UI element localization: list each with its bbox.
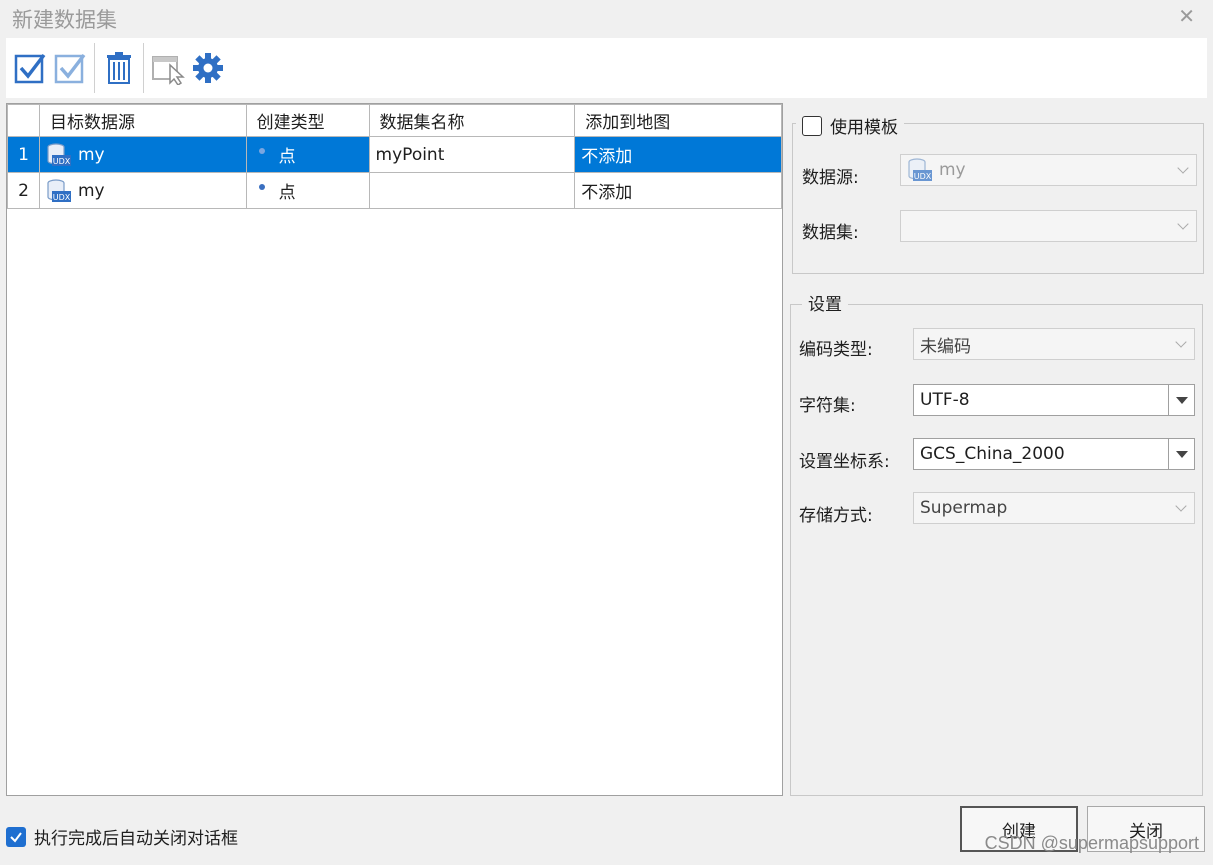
table-row[interactable]: 1 UDX my 点 myPoint 不添加 xyxy=(7,136,782,173)
type-label: 点 xyxy=(278,183,296,203)
chevron-down-icon[interactable] xyxy=(1170,211,1196,241)
database-udbx-icon: UDX xyxy=(908,158,932,181)
row-number[interactable]: 1 xyxy=(7,136,40,173)
encoding-label: 编码类型: xyxy=(799,340,873,360)
grid-header-row: 目标数据源 创建类型 数据集名称 添加到地图 xyxy=(7,104,782,137)
toolbar xyxy=(6,38,1207,98)
auto-close-checkbox[interactable] xyxy=(6,826,26,847)
datasource-cell[interactable]: UDX my xyxy=(38,136,247,173)
dataset-name-cell[interactable] xyxy=(368,172,576,209)
point-icon xyxy=(258,183,265,190)
template-datasource-value: my xyxy=(939,160,966,180)
storage-label: 存储方式: xyxy=(799,506,873,526)
svg-text:UDX: UDX xyxy=(53,157,71,166)
table-row[interactable]: 2 UDX my 点 不添加 xyxy=(7,172,782,209)
coord-system-label: 设置坐标系: xyxy=(799,452,890,472)
chevron-down-icon[interactable] xyxy=(1170,155,1196,185)
add-to-map-cell[interactable]: 不添加 xyxy=(574,172,782,209)
template-dataset-select[interactable] xyxy=(900,210,1197,242)
column-header[interactable]: 添加到地图 xyxy=(574,104,782,137)
settings-legend: 设置 xyxy=(802,290,848,315)
check-all-button[interactable] xyxy=(10,48,50,88)
storage-select[interactable]: Supermap xyxy=(913,492,1195,524)
select-cursor-icon xyxy=(152,56,185,85)
template-datasource-select[interactable]: UDX my xyxy=(900,154,1197,186)
auto-close-label: 执行完成后自动关闭对话框 xyxy=(34,829,238,849)
point-icon xyxy=(258,147,265,154)
template-datasource-label: 数据源: xyxy=(802,168,859,188)
delete-button[interactable] xyxy=(99,48,139,88)
settings-button[interactable] xyxy=(188,48,228,88)
dataset-grid[interactable]: 目标数据源 创建类型 数据集名称 添加到地图 1 UDX my 点 myPoin… xyxy=(6,103,783,796)
checkmark-icon xyxy=(10,831,22,843)
check-all-icon xyxy=(14,53,46,84)
charset-select[interactable]: UTF-8 xyxy=(913,384,1195,416)
database-udbx-icon: UDX xyxy=(47,178,71,202)
template-dataset-label: 数据集: xyxy=(802,223,859,243)
svg-text:UDX: UDX xyxy=(914,172,932,181)
select-button[interactable] xyxy=(148,48,188,88)
dataset-name-cell[interactable]: myPoint xyxy=(368,136,576,173)
type-cell[interactable]: 点 xyxy=(245,136,370,173)
coord-system-select[interactable]: GCS_China_2000 xyxy=(913,438,1195,470)
encoding-select[interactable]: 未编码 xyxy=(913,328,1195,360)
trash-icon xyxy=(107,52,131,84)
settings-group xyxy=(790,304,1203,796)
gear-icon xyxy=(193,53,223,83)
auto-close-option[interactable]: 执行完成后自动关闭对话框 xyxy=(6,824,238,849)
template-legend: 使用模板 xyxy=(796,113,904,138)
toolbar-separator xyxy=(94,43,95,93)
check-outline-icon xyxy=(54,53,86,84)
toolbar-separator xyxy=(143,43,144,93)
database-udbx-icon: UDX xyxy=(47,142,71,166)
column-header[interactable]: 目标数据源 xyxy=(38,104,247,137)
storage-value: Supermap xyxy=(920,498,1008,518)
row-number[interactable]: 2 xyxy=(7,172,40,209)
chevron-down-icon[interactable] xyxy=(1168,329,1194,359)
svg-text:UDX: UDX xyxy=(53,193,71,202)
check-outline-button[interactable] xyxy=(50,48,90,88)
type-cell[interactable]: 点 xyxy=(245,172,370,209)
use-template-label: 使用模板 xyxy=(830,118,898,138)
dropdown-arrow-icon[interactable] xyxy=(1168,385,1194,415)
charset-label: 字符集: xyxy=(799,396,856,416)
watermark: CSDN @supermapsupport xyxy=(984,833,1199,853)
datasource-name: my xyxy=(77,180,105,201)
encoding-value: 未编码 xyxy=(920,336,971,357)
close-icon[interactable]: ✕ xyxy=(1178,4,1195,28)
type-label: 点 xyxy=(278,147,296,167)
use-template-checkbox[interactable] xyxy=(802,115,822,136)
add-to-map-cell[interactable]: 不添加 xyxy=(574,136,782,173)
datasource-name: my xyxy=(77,144,105,165)
template-group xyxy=(792,123,1204,274)
row-number-header xyxy=(7,104,40,137)
charset-value: UTF-8 xyxy=(920,390,970,410)
dropdown-arrow-icon[interactable] xyxy=(1168,439,1194,469)
column-header[interactable]: 数据集名称 xyxy=(368,104,576,137)
dialog-title: 新建数据集 xyxy=(12,8,117,32)
chevron-down-icon[interactable] xyxy=(1168,493,1194,523)
datasource-cell[interactable]: UDX my xyxy=(38,172,247,209)
column-header[interactable]: 创建类型 xyxy=(245,104,370,137)
coord-system-value: GCS_China_2000 xyxy=(920,444,1065,464)
